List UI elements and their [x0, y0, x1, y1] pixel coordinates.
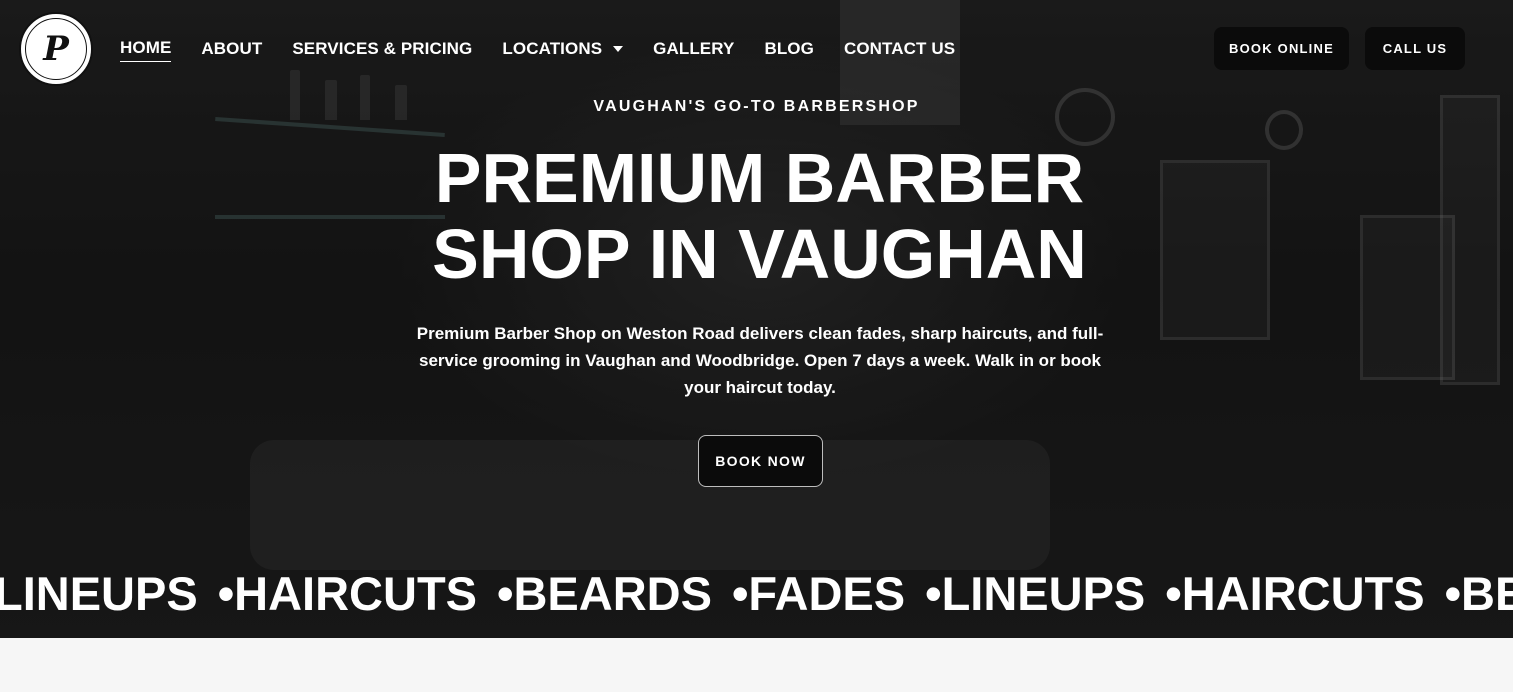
top-navigation: P HOME ABOUT SERVICES & PRICING LOCATION…: [0, 0, 1513, 96]
marquee-separator: •: [217, 567, 235, 620]
nav-item-about[interactable]: ABOUT: [201, 38, 262, 62]
nav-item-contact-us[interactable]: CONTACT US: [844, 38, 955, 62]
book-now-button[interactable]: BOOK NOW: [698, 435, 823, 487]
hero-headline: PREMIUM BARBER SHOP IN VAUGHAN: [0, 140, 1513, 292]
nav-item-services-pricing[interactable]: SERVICES & PRICING: [292, 38, 472, 62]
chevron-down-icon: [613, 45, 624, 52]
marquee-item: HAIRCUTS: [1181, 567, 1425, 620]
marquee-separator: •: [731, 567, 749, 620]
nav-item-home[interactable]: HOME: [120, 38, 172, 62]
book-online-button[interactable]: BOOK ONLINE: [1214, 27, 1349, 70]
nav-item-locations[interactable]: LOCATIONS: [502, 38, 624, 62]
hero-description: Premium Barber Shop on Weston Road deliv…: [416, 324, 1104, 397]
marquee-separator: •: [497, 567, 514, 620]
marquee-item: BEA: [1461, 567, 1513, 620]
marquee-separator: •: [1444, 567, 1462, 620]
hero-headline-line2: SHOP IN VAUGHAN: [432, 215, 1087, 293]
brand-logo[interactable]: P: [19, 12, 93, 86]
nav-menu: HOME ABOUT SERVICES & PRICING LOCATIONS …: [120, 38, 955, 62]
nav-item-locations-label: LOCATIONS: [502, 38, 603, 58]
marquee-item: LINEUPS: [941, 567, 1146, 620]
next-section: [0, 638, 1513, 692]
marquee-item: HAIRCUTS: [234, 567, 477, 620]
marquee-item: FADES: [748, 567, 906, 620]
nav-item-blog[interactable]: BLOG: [764, 38, 814, 62]
nav-item-gallery[interactable]: GALLERY: [653, 38, 734, 62]
hero-headline-line1: PREMIUM BARBER: [434, 139, 1085, 217]
marquee-separator: •: [1165, 567, 1182, 620]
services-marquee: LINEUPS • HAIRCUTS • BEARDS • FADES • LI…: [0, 566, 1513, 621]
logo-mark: P: [25, 18, 87, 80]
hero-section: P HOME ABOUT SERVICES & PRICING LOCATION…: [0, 0, 1513, 638]
call-us-button[interactable]: CALL US: [1365, 27, 1465, 70]
marquee-item: LINEUPS: [0, 567, 198, 620]
hero-eyebrow: VAUGHAN'S GO-TO BARBERSHOP: [593, 98, 920, 115]
marquee-item: BEARDS: [513, 567, 712, 620]
marquee-separator: •: [925, 567, 942, 620]
